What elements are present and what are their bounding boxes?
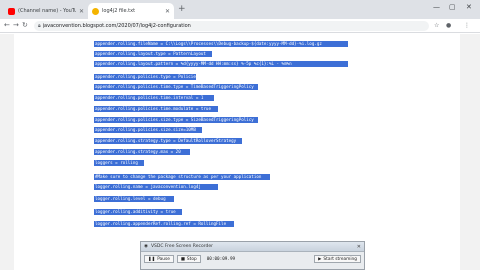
recorder-close-icon[interactable]: ✕	[357, 244, 364, 250]
reload-icon[interactable]: ↻	[22, 21, 28, 30]
recorder-title: VSDC Free Screen Recorder	[150, 244, 213, 249]
code-line[interactable]: logger.rolling.appenderRef.rolling.ref =…	[94, 221, 234, 227]
code-line[interactable]: appender.rolling.policies.time.interval …	[94, 95, 214, 101]
code-line[interactable]: logger.rolling.name = javaconvention.log…	[94, 184, 218, 190]
code-line[interactable]: logger.rolling.level = debug	[94, 196, 174, 202]
tab-title: log4j2 file.txt	[102, 8, 136, 14]
recorder-titlebar[interactable]: ◉ VSDC Free Screen Recorder ✕	[141, 242, 364, 252]
minimize-button[interactable]: —	[433, 3, 440, 11]
code-line[interactable]: appender.rolling.policies.time.type = Ti…	[94, 84, 258, 90]
profile-icon[interactable]: ●	[446, 22, 451, 30]
pause-icon: ❚❚	[148, 256, 156, 262]
stream-label: Start streaming	[323, 256, 357, 262]
youtube-favicon-icon	[8, 7, 15, 15]
document-favicon-icon	[92, 7, 99, 15]
recorder-app-icon: ◉	[144, 244, 148, 249]
lock-icon: 🔒︎	[38, 23, 41, 29]
tab-title: (Channel name) - YouTube Studio	[18, 8, 76, 14]
forward-icon[interactable]: →	[13, 21, 19, 30]
tab-close-icon[interactable]: ✕	[79, 8, 84, 15]
back-icon[interactable]: ←	[4, 21, 10, 30]
code-line[interactable]: appender.rolling.layout.pattern = %d{yyy…	[94, 61, 348, 67]
tab-youtube-studio[interactable]: (Channel name) - YouTube Studio ✕	[4, 3, 88, 19]
address-bar[interactable]: 🔒︎ javaconvention.blogspot.com/2020/07/l…	[34, 21, 429, 31]
stream-icon: ▶	[318, 256, 322, 262]
recorder-controls: ❚❚ Pause ■ Stop 00:00:09.99 ▶ Start stre…	[141, 252, 364, 266]
stop-label: Stop	[186, 256, 197, 262]
screen-recorder-widget: ◉ VSDC Free Screen Recorder ✕ ❚❚ Pause ■…	[140, 241, 365, 270]
code-line[interactable]: appender.rolling.strategy.type = Default…	[94, 138, 242, 144]
code-line[interactable]: appender.rolling.policies.time.modulate …	[94, 106, 218, 112]
tab-strip: (Channel name) - YouTube Studio ✕ log4j2…	[0, 0, 480, 19]
right-gutter	[460, 34, 480, 270]
browser-window: (Channel name) - YouTube Studio ✕ log4j2…	[0, 0, 480, 270]
pause-label: Pause	[157, 256, 170, 262]
left-gutter	[0, 34, 14, 270]
stop-button[interactable]: ■ Stop	[176, 255, 201, 263]
recording-timer: 00:00:09.99	[206, 256, 236, 262]
code-line[interactable]: logger.rolling.additivity = true	[94, 209, 182, 215]
code-line[interactable]: #Make sure to change the package structu…	[94, 174, 270, 180]
tab-log4j2-file[interactable]: log4j2 file.txt ✕	[88, 3, 174, 19]
pause-button[interactable]: ❚❚ Pause	[144, 255, 174, 263]
browser-toolbar: ← → ↻ 🔒︎ javaconvention.blogspot.com/202…	[0, 19, 480, 33]
stop-icon: ■	[180, 256, 185, 262]
code-line[interactable]: appender.rolling.layout.type = PatternLa…	[94, 51, 212, 57]
code-line[interactable]: appender.rolling.policies.type = Policie…	[94, 74, 196, 80]
code-line[interactable]: appender.rolling.policies.size.size=10MB	[94, 127, 202, 133]
new-tab-button[interactable]: +	[178, 4, 186, 14]
tab-close-icon[interactable]: ✕	[165, 8, 170, 15]
code-line[interactable]: appender.rolling.strategy.max = 20	[94, 149, 190, 155]
maximize-button[interactable]: ▢	[449, 3, 456, 11]
close-window-button[interactable]: ✕	[466, 3, 472, 11]
code-line[interactable]: appender.rolling.policies.size.type = Si…	[94, 117, 258, 123]
code-line[interactable]: appender.rolling.fileName = C:\\Logs\\Pr…	[94, 41, 348, 47]
code-line[interactable]: loggers = rolling	[94, 160, 144, 166]
page-viewport: appender.rolling.fileName = C:\\Logs\\Pr…	[0, 34, 480, 270]
menu-kebab-icon[interactable]: ⋮	[464, 22, 470, 30]
code-content: appender.rolling.fileName = C:\\Logs\\Pr…	[92, 34, 350, 270]
start-streaming-button[interactable]: ▶ Start streaming	[314, 255, 361, 263]
url-text: javaconvention.blogspot.com/2020/07/log4…	[42, 23, 191, 29]
bookmark-star-icon[interactable]: ☆	[434, 22, 439, 30]
